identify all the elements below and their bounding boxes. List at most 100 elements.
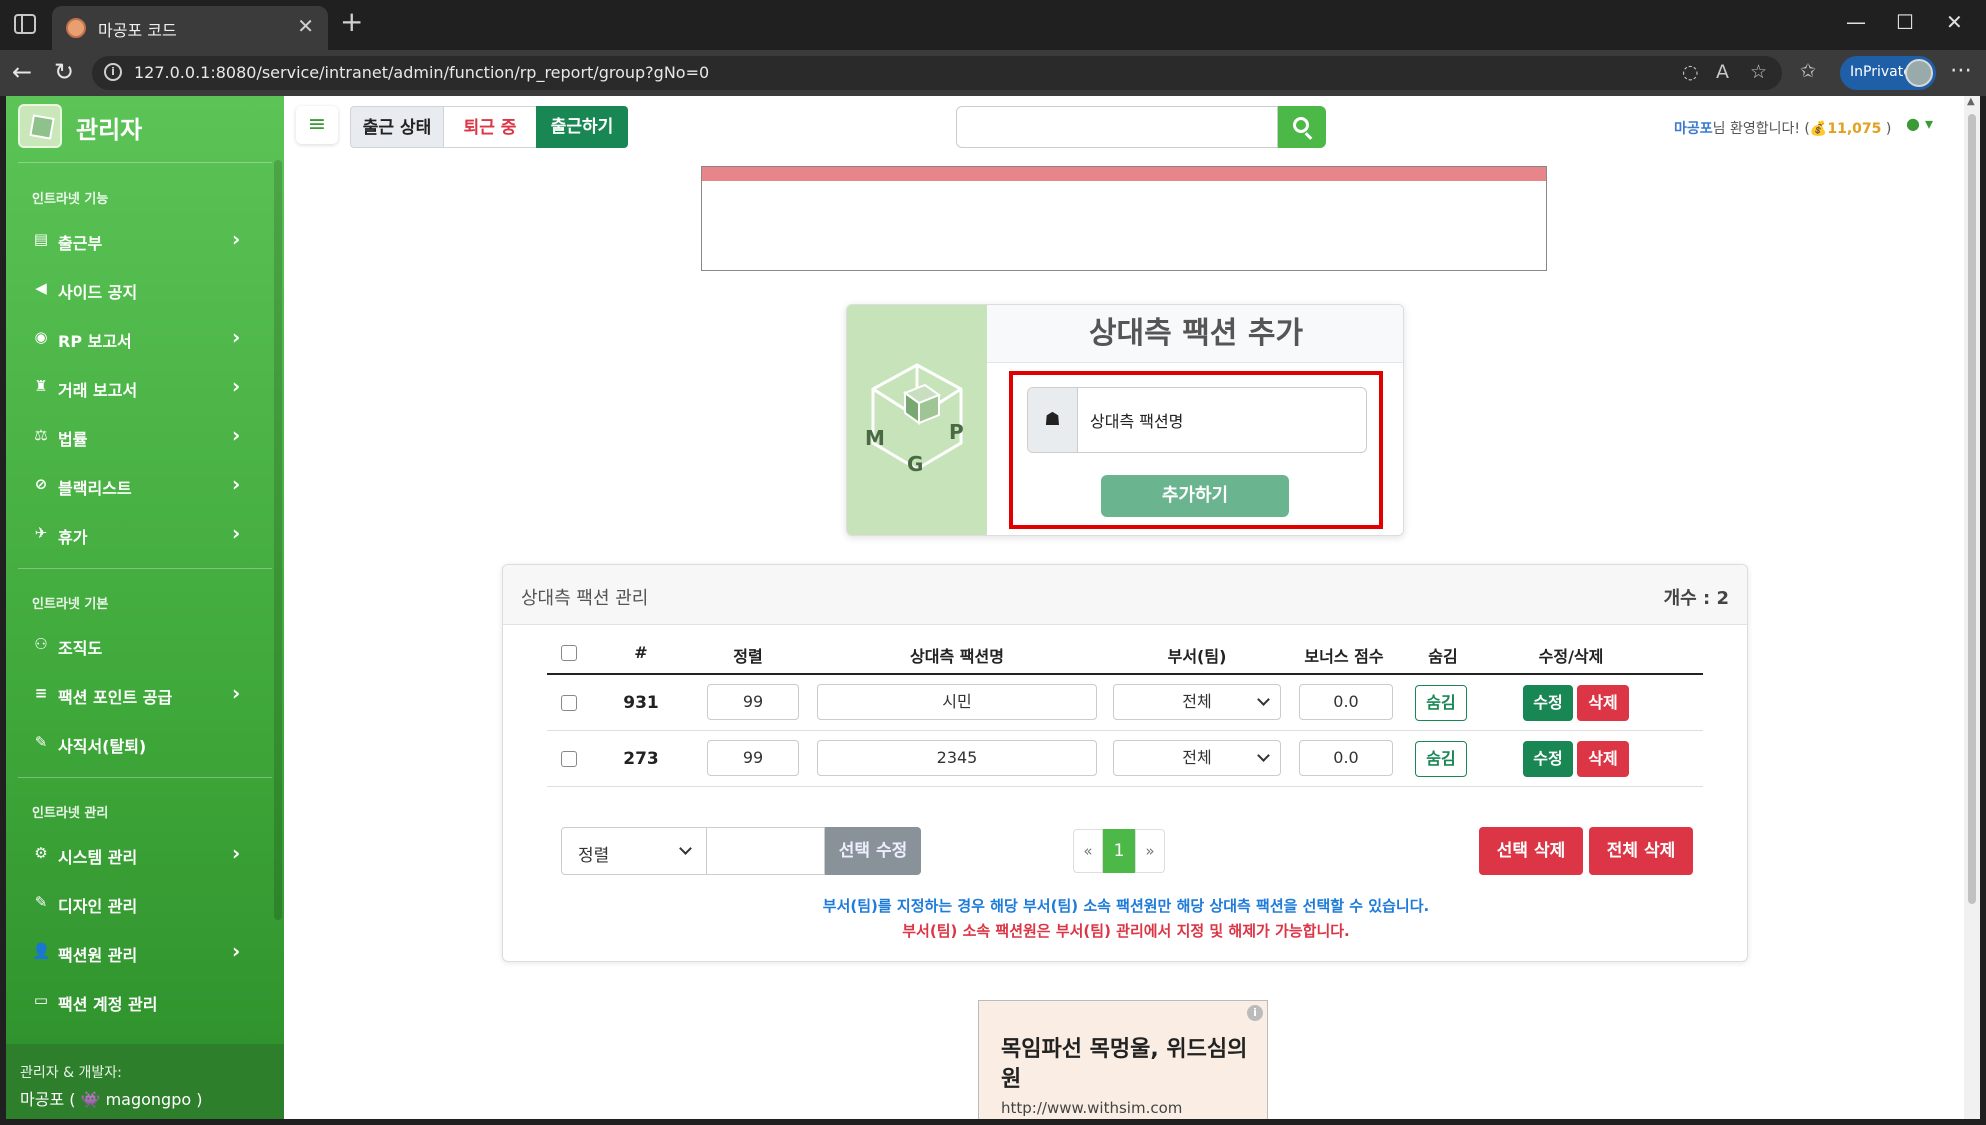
favorite-star-icon[interactable]: ☆ — [1750, 61, 1767, 83]
bonus-input[interactable]: 0.0 — [1299, 740, 1393, 776]
bonus-input[interactable]: 0.0 — [1299, 684, 1393, 720]
svg-text:G: G — [907, 452, 923, 476]
pagination-prev[interactable]: « — [1073, 829, 1103, 873]
faction-name-field[interactable]: ☗ 상대측 팩션명 — [1027, 387, 1367, 453]
sidebar-heading: 인트라넷 기본 — [32, 597, 109, 612]
hide-button[interactable]: 숨김 — [1415, 685, 1467, 721]
faction-name-input[interactable]: 상대측 팩션명 — [1090, 408, 1183, 432]
back-icon[interactable]: ← — [12, 58, 32, 86]
read-aloud-icon[interactable]: A — [1716, 61, 1729, 83]
user-menu-icon[interactable]: ● ▾ — [1906, 114, 1933, 133]
site-info-icon[interactable]: i — [104, 63, 122, 81]
new-tab-button[interactable]: + — [340, 8, 363, 36]
ad-url[interactable]: http://www.withsim.com — [1001, 1099, 1182, 1117]
more-menu-icon[interactable]: ⋯ — [1950, 58, 1972, 83]
sidebar-toggle-icon[interactable] — [14, 14, 36, 34]
sidebar-item-side-notice[interactable]: ◀ 사이드 공지 — [6, 269, 276, 309]
browser-tab-bar: 마공포 코드 ✕ + — ☐ ✕ — [0, 0, 1986, 50]
pagination-next[interactable]: » — [1135, 829, 1165, 873]
sidebar-item-faction-points[interactable]: ≡ 팩션 포인트 공급 › — [6, 674, 276, 714]
check-in-button[interactable]: 출근하기 — [536, 106, 628, 148]
points-value: 💰11,075 — [1809, 121, 1882, 137]
inprivate-badge[interactable]: InPrivate — [1840, 56, 1936, 90]
profile-avatar — [1905, 59, 1933, 87]
chevron-down-icon — [1257, 749, 1270, 762]
sidebar-item-blacklist[interactable]: ⊘ 블랙리스트 › — [6, 465, 276, 505]
sidebar-item-trade-report[interactable]: ♜ 거래 보고서 › — [6, 367, 276, 407]
row-checkbox[interactable] — [561, 695, 577, 711]
edit-button[interactable]: 수정 — [1523, 741, 1573, 777]
dept-select[interactable]: 전체 — [1113, 740, 1281, 776]
search-icon — [1293, 117, 1309, 133]
pagination-page[interactable]: 1 — [1103, 829, 1135, 873]
sidebar-item-vacation[interactable]: ✈ 휴가 › — [6, 514, 276, 554]
sidebar-item-rp-report[interactable]: ◉ RP 보고서 › — [6, 318, 276, 358]
reload-icon[interactable]: ↻ — [54, 58, 74, 86]
delete-all-button[interactable]: 전체 삭제 — [1589, 827, 1693, 875]
table-row: 931 99 시민 전체 0.0 숨김 수정 삭제 — [547, 675, 1703, 731]
bulk-edit-button[interactable]: 선택 수정 — [825, 827, 921, 875]
sidebar-item-resignation[interactable]: ✎ 사직서(탈퇴) — [6, 723, 276, 763]
order-input[interactable]: 99 — [707, 684, 799, 720]
sidebar-scrollbar[interactable] — [274, 160, 282, 920]
page-scrollbar[interactable]: ▲ — [1964, 96, 1980, 1119]
url-text[interactable]: 127.0.0.1:8080/service/intranet/admin/fu… — [134, 63, 709, 82]
sidebar-item-attendance[interactable]: ▤ 출근부 › — [6, 220, 276, 260]
close-tab-icon[interactable]: ✕ — [297, 14, 314, 38]
advertisement[interactable]: i 목임파선 목멍울, 위드심의원 http://www.withsim.com — [978, 1000, 1268, 1119]
faction-id: 931 — [623, 693, 659, 713]
faction-name-input[interactable]: 2345 — [817, 740, 1097, 776]
manage-faction-card: 상대측 팩션 관리 개수 : 2 # 정렬 상대측 팩션명 부서(팀) 보너스 … — [502, 564, 1748, 962]
sidebar-divider — [18, 568, 272, 569]
row-checkbox[interactable] — [561, 751, 577, 767]
sidebar-item-accounts[interactable]: ▭ 팩션 계정 관리 — [6, 981, 276, 1021]
attendance-status-value: 퇴근 중 — [444, 106, 536, 148]
sidebar-item-system[interactable]: ⚙ 시스템 관리 › — [6, 834, 276, 874]
faction-name-input[interactable]: 시민 — [817, 684, 1097, 720]
sidebar: 관리자 인트라넷 기능 ▤ 출근부 › ◀ 사이드 공지 ◉ RP 보고서 › … — [6, 96, 284, 1119]
chevron-right-icon: › — [232, 227, 241, 251]
sidebar-divider — [18, 777, 272, 778]
ad-headline[interactable]: 목임파선 목멍울, 위드심의원 — [1001, 1035, 1251, 1095]
address-bar[interactable]: i 127.0.0.1:8080/service/intranet/admin/… — [92, 56, 1782, 90]
card-header: 상대측 팩션 관리 개수 : 2 — [503, 565, 1747, 625]
users-icon: ☗ — [1028, 388, 1078, 452]
footer-credit-label: 관리자 & 개발자: — [20, 1065, 122, 1081]
user-name[interactable]: 마공포 — [1674, 121, 1713, 137]
tracking-prevention-icon[interactable]: ◌ — [1682, 61, 1699, 83]
delete-button[interactable]: 삭제 — [1577, 685, 1629, 721]
brand[interactable]: 관리자 — [6, 96, 284, 156]
search-input[interactable] — [956, 106, 1278, 148]
dept-select[interactable]: 전체 — [1113, 684, 1281, 720]
sidebar-item-org-chart[interactable]: ⚇ 조직도 — [6, 625, 276, 665]
sidebar-item-law[interactable]: ⚖ 법률 › — [6, 416, 276, 456]
edit-button[interactable]: 수정 — [1523, 685, 1573, 721]
delete-button[interactable]: 삭제 — [1577, 741, 1629, 777]
hide-button[interactable]: 숨김 — [1415, 741, 1467, 777]
bulk-sort-select[interactable]: 정렬 — [561, 827, 707, 875]
column-header: 수정/삭제 — [1538, 647, 1604, 666]
ad-info-icon[interactable]: i — [1247, 1005, 1263, 1021]
dept-note: 부서(팀)를 지정하는 경우 해당 부서(팀) 소속 팩션원만 해당 상대측 팩… — [822, 897, 1430, 915]
delete-selected-button[interactable]: 선택 삭제 — [1479, 827, 1583, 875]
sidebar-item-design[interactable]: ✎ 디자인 관리 — [6, 883, 276, 923]
minimize-icon[interactable]: — — [1846, 10, 1866, 34]
close-window-icon[interactable]: ✕ — [1946, 10, 1963, 34]
order-input[interactable]: 99 — [707, 740, 799, 776]
sidebar-item-members[interactable]: 👤 팩션원 관리 › — [6, 932, 276, 972]
browser-tab[interactable]: 마공포 코드 ✕ — [52, 6, 328, 50]
sidebar-heading: 인트라넷 관리 — [32, 806, 109, 821]
bulk-value-input[interactable] — [707, 827, 825, 875]
address-toolbar: ← ↻ i 127.0.0.1:8080/service/intranet/ad… — [0, 50, 1986, 96]
maximize-icon[interactable]: ☐ — [1896, 10, 1914, 34]
favorites-icon[interactable]: ✩ — [1800, 60, 1816, 82]
select-all-checkbox[interactable] — [561, 645, 577, 661]
scroll-up-icon[interactable]: ▲ — [1967, 96, 1975, 107]
scrollbar-thumb[interactable] — [1968, 114, 1976, 904]
column-header: 보너스 점수 — [1304, 647, 1384, 666]
id-card-icon: ▭ — [33, 991, 49, 1009]
add-faction-button[interactable]: 추가하기 — [1101, 475, 1289, 517]
menu-toggle-icon[interactable]: ≡ — [296, 106, 338, 144]
search-button[interactable] — [1278, 106, 1326, 148]
faction-count: 개수 : 2 — [1663, 588, 1729, 609]
